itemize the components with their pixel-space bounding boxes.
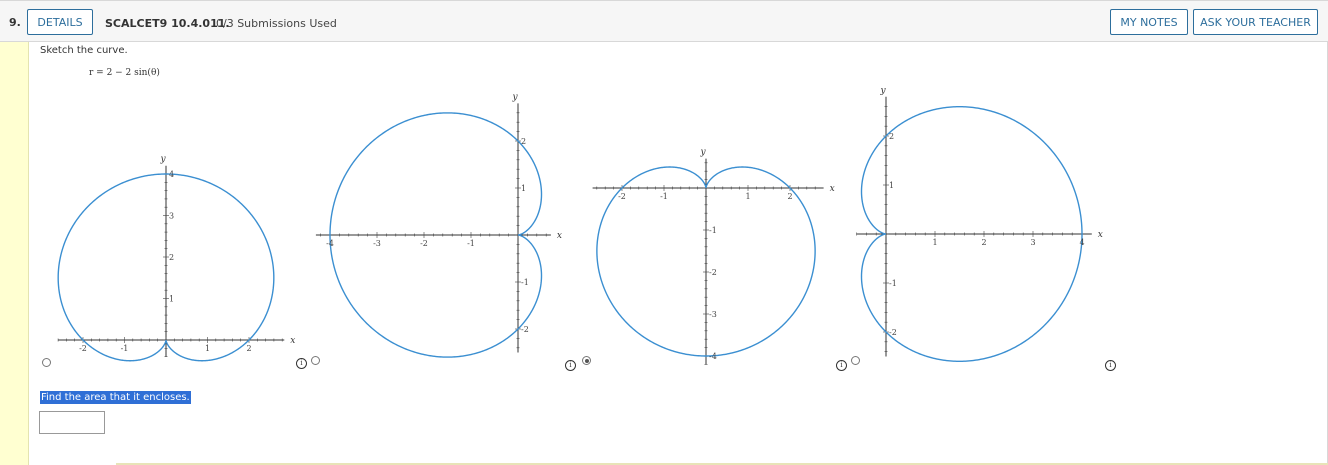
- graph-option-c: -2 -1 1 2 -1 -2 -3 -4 x y: [592, 148, 835, 365]
- curve-equation: r = 2 − 2 sin(θ): [89, 68, 160, 78]
- x-tick-label: -4: [326, 239, 334, 248]
- y-tick-label: 3: [169, 212, 174, 221]
- y-tick-label: -1: [889, 279, 897, 288]
- x-tick-label: 3: [1030, 238, 1035, 247]
- x-axis-label: x: [830, 184, 835, 194]
- option-b-info-icon[interactable]: i: [565, 360, 576, 371]
- x-tick-label: 1: [932, 238, 937, 247]
- option-a-radio[interactable]: [42, 358, 51, 367]
- x-tick-label: 4: [1079, 238, 1084, 247]
- x-tick-label: -2: [79, 344, 87, 353]
- x-axis-label: x: [290, 336, 295, 346]
- y-tick-label: 1: [521, 184, 526, 193]
- graph-option-a: -2 -1 1 2 1 2 3 4 x y: [57, 155, 295, 362]
- y-tick-label: 2: [889, 132, 894, 141]
- option-d-radio[interactable]: [851, 356, 860, 365]
- ask-teacher-button[interactable]: ASK YOUR TEACHER: [1193, 9, 1318, 35]
- question-prompt: Sketch the curve.: [40, 45, 128, 56]
- y-axis-label: y: [879, 86, 886, 96]
- y-tick-label: -2: [521, 325, 529, 334]
- x-tick-label: 2: [246, 344, 251, 353]
- question-number: 9.: [9, 16, 21, 29]
- option-b-radio[interactable]: [311, 356, 320, 365]
- x-axis-label: x: [557, 231, 562, 241]
- y-tick-label: -4: [709, 352, 717, 361]
- y-tick-label: 1: [169, 295, 174, 304]
- option-c-radio[interactable]: [582, 356, 591, 365]
- y-tick-label: -2: [709, 268, 717, 277]
- graph-option-d: 1 2 3 4 2 1 -1 -2 x y: [856, 86, 1103, 363]
- submissions-count: 0/3 Submissions Used: [216, 17, 337, 30]
- y-tick-label: -1: [709, 226, 717, 235]
- y-axis-label: y: [511, 92, 518, 102]
- y-tick-label: 2: [169, 253, 174, 262]
- question-header: 9. DETAILS SCALCET9 10.4.011. 0/3 Submis…: [0, 0, 1328, 42]
- x-tick-label: -1: [660, 192, 668, 201]
- x-tick-label: -2: [420, 239, 428, 248]
- details-button[interactable]: DETAILS: [27, 9, 93, 35]
- y-axis-label: y: [699, 148, 706, 158]
- x-tick-label: -1: [467, 239, 475, 248]
- y-tick-label: 1: [889, 181, 894, 190]
- my-notes-button[interactable]: MY NOTES: [1110, 9, 1188, 35]
- x-axis-label: x: [1098, 230, 1103, 240]
- y-tick-label: 2: [521, 137, 526, 146]
- question-id: SCALCET9 10.4.011.: [105, 17, 230, 30]
- area-prompt: Find the area that it encloses.: [40, 391, 191, 404]
- x-tick-label: -1: [121, 344, 129, 353]
- area-answer-input[interactable]: [39, 411, 105, 434]
- y-tick-label: 4: [169, 170, 174, 179]
- x-tick-label: 2: [981, 238, 986, 247]
- y-tick-label: -3: [709, 310, 717, 319]
- graph-option-b: -4 -3 -2 -1 2 1 -1 -2 x y: [315, 92, 562, 358]
- x-tick-label: 1: [205, 344, 210, 353]
- y-axis-label: y: [159, 155, 166, 165]
- x-tick-label: 1: [745, 192, 750, 201]
- status-sidebar: [0, 42, 29, 465]
- y-tick-label: -1: [521, 278, 529, 287]
- x-tick-label: -3: [373, 239, 381, 248]
- option-d-info-icon[interactable]: i: [1105, 360, 1116, 371]
- x-tick-label: 2: [787, 192, 792, 201]
- y-tick-label: -2: [889, 328, 897, 337]
- option-c-info-icon[interactable]: i: [836, 360, 847, 371]
- option-a-info-icon[interactable]: i: [296, 358, 307, 369]
- x-tick-label: -2: [618, 192, 626, 201]
